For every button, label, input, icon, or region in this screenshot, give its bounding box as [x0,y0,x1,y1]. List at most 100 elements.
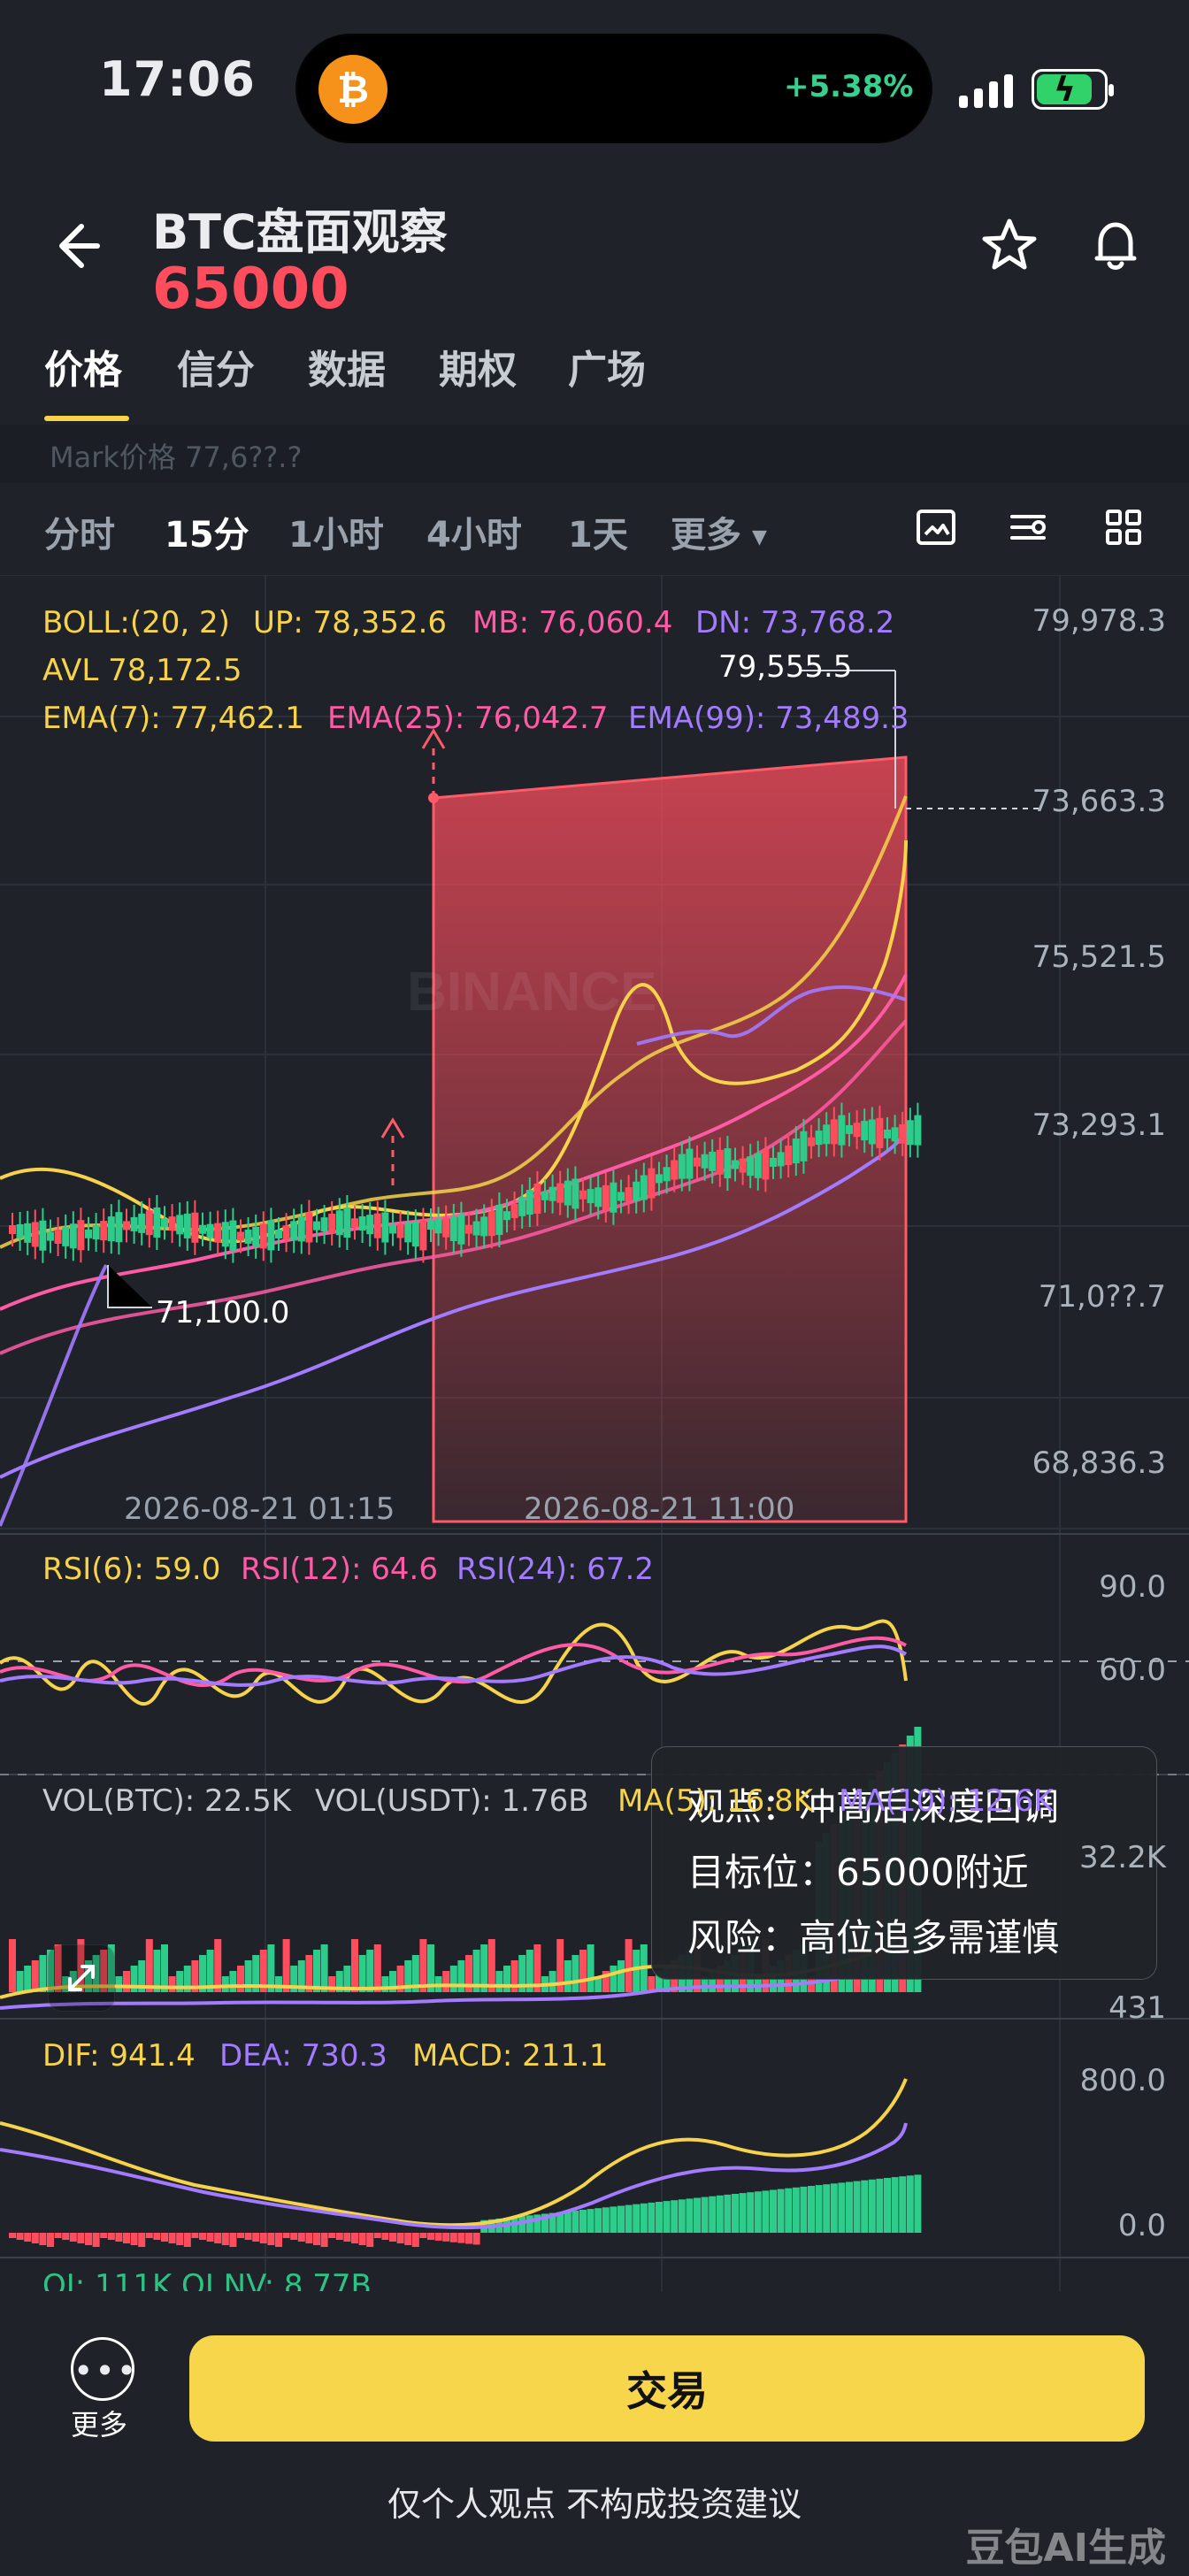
candle-body [472,1221,480,1236]
vol-axis-top: 32.2K [1079,1840,1166,1875]
candle-body [237,1231,244,1241]
macd-bar [381,2233,389,2240]
macd-bar [54,2233,62,2238]
interval-timeshare[interactable]: 分时 [44,506,115,557]
macd-bar [465,2233,472,2244]
candle-body [252,1226,260,1246]
tab-options[interactable]: 期权 [439,338,517,395]
macd-bar [427,2233,434,2240]
macd-bar [115,2233,123,2242]
macd-axis-zero: 0.0 [1117,2208,1166,2243]
candle-body [739,1158,747,1173]
candle-body [846,1124,853,1134]
interval-15m[interactable]: 15分 [165,506,249,557]
candle-body [709,1151,717,1171]
candle-body [161,1218,168,1228]
candle-body [884,1129,891,1138]
status-time: 17:06 [99,51,256,107]
avl-label: AVL 78,172.5 [42,653,242,688]
back-arrow-icon[interactable] [46,218,103,274]
candle-body [548,1186,556,1201]
macd-bar [914,2174,922,2233]
bell-icon[interactable] [1085,214,1147,276]
tab-credit[interactable]: 信分 [177,338,255,395]
candle-body [541,1191,548,1200]
candle-body [640,1175,648,1200]
price-axis-6: 68,836.3 [1032,1445,1166,1481]
tab-price[interactable]: 价格 [44,338,122,395]
candle-body [107,1216,115,1242]
candle-body [495,1205,503,1236]
image-icon[interactable] [913,504,959,550]
candle-body [411,1222,419,1247]
macd-bar [830,2183,838,2233]
interval-4h[interactable]: 4小时 [426,506,522,557]
candle-body [85,1229,92,1238]
macd-bar [861,2180,869,2233]
macd-bar [694,2197,701,2233]
macd-bar [9,2233,16,2238]
candle-body [427,1221,434,1230]
macd-bar [571,2210,579,2233]
tab-square[interactable]: 广场 [568,338,646,395]
candle-body [914,1115,922,1146]
macd-bar [899,2176,907,2233]
trade-button[interactable]: 交易 [189,2335,1145,2442]
macd-bar [762,2190,770,2233]
volume-bar [115,1976,123,1992]
macd-bar [100,2233,108,2238]
macd-bar [214,2233,222,2243]
candle-body [686,1148,694,1179]
price-chart[interactable]: BINANCE BOLL:(20, 2) UP: 78,352.6 MB: 76… [0,575,1189,2309]
candle-body [716,1149,724,1175]
candle-body [777,1152,785,1167]
volume-bar [571,1955,579,1992]
macd-bar [373,2233,381,2238]
candle-body [830,1119,838,1145]
rsi6-label: RSI(6): 59.0 [42,1552,221,1587]
price-axis-5: 71,0??.7 [1038,1279,1166,1315]
macd-bar [305,2233,313,2243]
macd-bar [267,2233,275,2245]
interval-1d[interactable]: 1天 [568,506,628,557]
macd-bar [732,2194,739,2233]
candle-body [800,1131,808,1162]
charging-bolt-icon: ϟ [1054,70,1077,109]
candle-body [138,1213,146,1233]
interval-1h[interactable]: 1小时 [288,506,384,557]
tab-data[interactable]: 数据 [308,338,386,395]
ema7-label: EMA(7): 77,462.1 [42,701,304,736]
fullscreen-toggle[interactable] [48,1944,115,2012]
candle-body [564,1180,571,1206]
macd-bar [633,2204,641,2233]
macd-bar [328,2233,336,2238]
star-icon[interactable] [978,214,1040,276]
volume-bar [16,1971,24,1992]
volume-bar [320,1944,328,1992]
candle-body [594,1187,602,1208]
candle-body [571,1178,579,1209]
date-label-1: 2026-08-21 01:15 [124,1491,395,1527]
volume-bar [633,1950,641,1992]
volume-bar [282,1939,290,1992]
candle-body [404,1223,412,1243]
candle-body [747,1156,755,1177]
macd-bar [396,2233,404,2243]
candle-body [792,1138,800,1164]
candle-body [625,1187,633,1202]
macd-axis-top: 800.0 [1079,2063,1166,2098]
settings-icon[interactable] [1005,504,1051,550]
more-label: 更多 [71,2408,128,2442]
macd-bar [648,2202,656,2233]
macd-bar [716,2195,724,2233]
candle-body [343,1208,351,1238]
macd-bar [161,2233,168,2242]
interval-more-label: 更多 [671,515,741,556]
vol-ma5-label: MA(5): 16.8K [618,1783,814,1819]
more-button[interactable]: ••• [71,2337,136,2401]
interval-more[interactable]: 更多 ▼ [671,506,767,557]
grid-icon[interactable] [1101,504,1147,550]
rsi24-label: RSI(24): 67.2 [456,1552,654,1587]
volume-bar [168,1976,176,1992]
rsi-axis-90: 90.0 [1099,1569,1166,1605]
